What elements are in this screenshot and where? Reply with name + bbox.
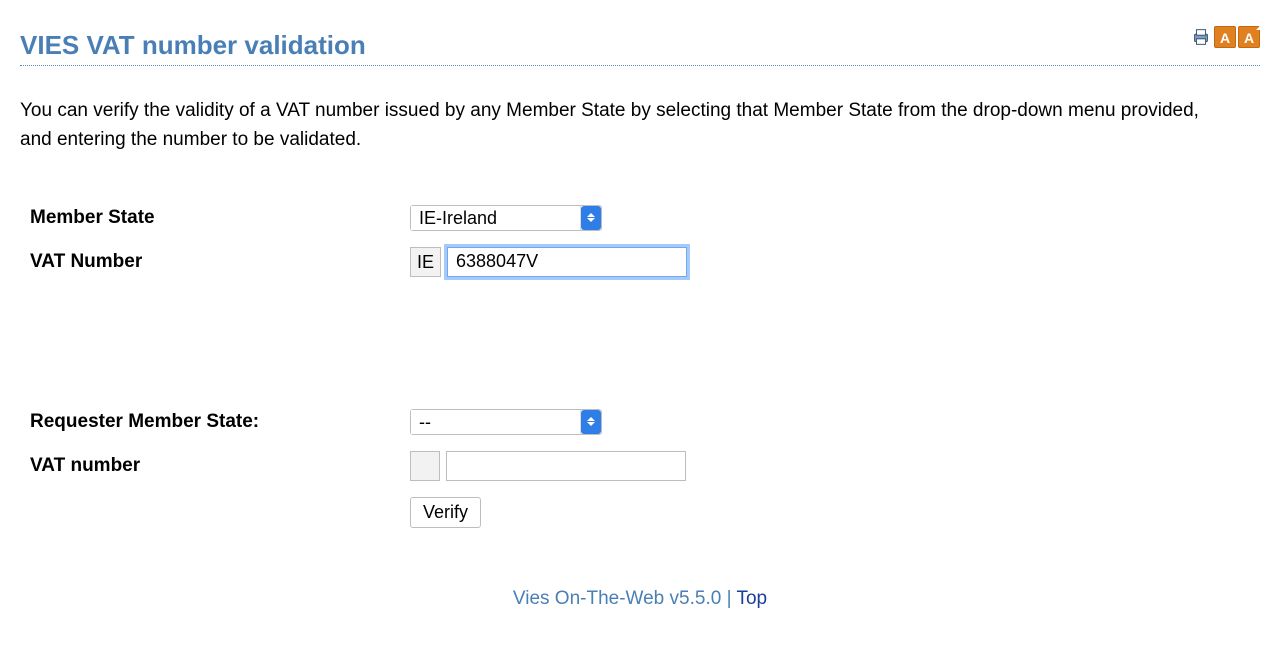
- page-title: VIES VAT number validation: [20, 30, 366, 61]
- header-tools: A A: [1190, 20, 1260, 48]
- footer-separator: |: [721, 588, 736, 609]
- text-size-normal-icon[interactable]: A: [1214, 26, 1236, 48]
- requester-state-label: Requester Member State:: [30, 411, 410, 433]
- requester-state-selected: --: [411, 410, 581, 434]
- member-state-label: Member State: [30, 207, 410, 229]
- chevron-updown-icon: [581, 206, 601, 230]
- member-state-select[interactable]: IE-Ireland: [410, 205, 602, 231]
- intro-text: You can verify the validity of a VAT num…: [20, 96, 1200, 155]
- print-icon[interactable]: [1190, 26, 1212, 48]
- requester-state-select[interactable]: --: [410, 409, 602, 435]
- text-size-large-icon[interactable]: A: [1238, 26, 1260, 48]
- vat-number-input[interactable]: [447, 247, 687, 277]
- requester-vat-prefix: [410, 451, 440, 481]
- chevron-updown-icon: [581, 410, 601, 434]
- requester-vat-label: VAT number: [30, 455, 410, 477]
- footer-version: Vies On-The-Web v5.5.0: [513, 588, 721, 609]
- verify-button[interactable]: Verify: [410, 497, 481, 528]
- requester-vat-input[interactable]: [446, 451, 686, 481]
- top-link[interactable]: Top: [736, 588, 767, 609]
- vat-number-label: VAT Number: [30, 251, 410, 273]
- footer: Vies On-The-Web v5.5.0 | Top: [20, 588, 1260, 610]
- member-state-selected: IE-Ireland: [411, 206, 581, 230]
- vat-prefix: IE: [410, 247, 441, 277]
